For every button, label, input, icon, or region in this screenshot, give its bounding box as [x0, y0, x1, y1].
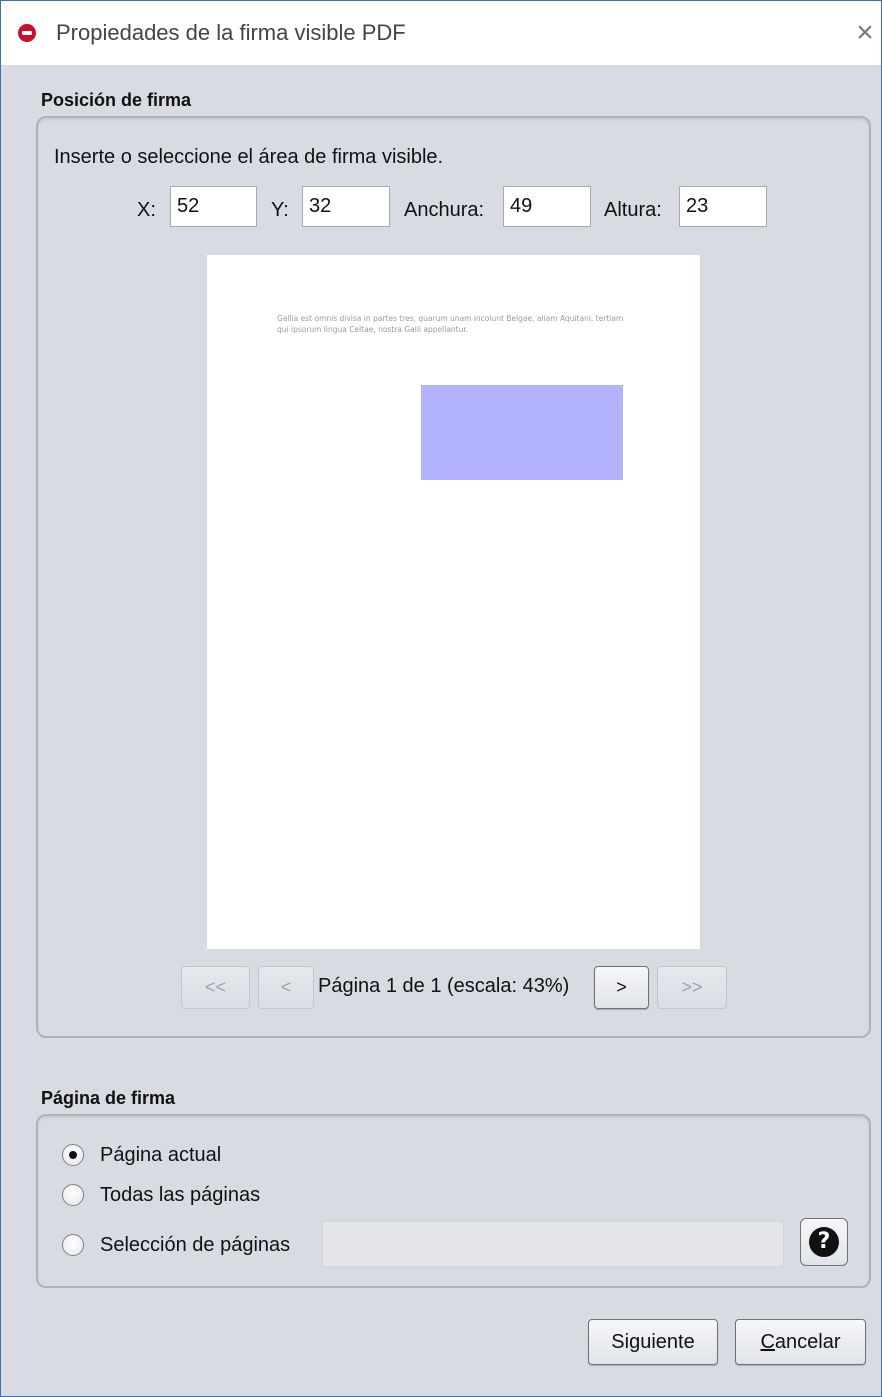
pages-selection-input[interactable]: [322, 1221, 784, 1267]
last-page-button[interactable]: >>: [657, 966, 727, 1009]
height-input[interactable]: [679, 186, 767, 227]
y-input[interactable]: [302, 186, 390, 227]
title-bar: Propiedades de la firma visible PDF ×: [1, 1, 881, 65]
dialog-window: Propiedades de la firma visible PDF × Po…: [0, 0, 882, 1397]
pdf-page-preview[interactable]: Gallia est omnis divisa in partes tres, …: [207, 255, 700, 949]
x-label: X:: [137, 199, 156, 221]
document-text: Gallia est omnis divisa in partes tres, …: [277, 314, 624, 334]
width-label: Anchura:: [404, 199, 485, 221]
close-button[interactable]: ×: [849, 15, 881, 51]
next-button[interactable]: Siguiente: [588, 1319, 718, 1365]
next-page-button[interactable]: >: [594, 966, 649, 1009]
radio-button[interactable]: [62, 1144, 84, 1166]
radio-button[interactable]: [62, 1184, 84, 1206]
first-page-button[interactable]: <<: [181, 966, 250, 1009]
help-button[interactable]: ?: [800, 1218, 848, 1266]
question-icon: ?: [809, 1227, 839, 1257]
radio-label: Página actual: [100, 1144, 222, 1166]
cancel-label: ancelar: [774, 1331, 841, 1353]
prev-page-button[interactable]: <: [258, 966, 314, 1009]
position-instruction: Inserte o seleccione el área de firma vi…: [54, 146, 444, 168]
cancel-button[interactable]: Cancelar: [735, 1319, 866, 1365]
app-logo-icon: [18, 24, 36, 42]
height-label: Altura:: [604, 199, 662, 221]
signature-area[interactable]: [421, 385, 623, 480]
position-section-title: Posición de firma: [41, 90, 192, 110]
page-section-title: Página de firma: [41, 1088, 176, 1108]
y-label: Y:: [271, 199, 289, 221]
radio-button[interactable]: [62, 1234, 84, 1256]
width-input[interactable]: [503, 186, 591, 227]
radio-label: Selección de páginas: [100, 1234, 291, 1256]
radio-label: Todas las páginas: [100, 1184, 261, 1206]
window-title: Propiedades de la firma visible PDF: [56, 20, 406, 45]
x-input[interactable]: [170, 186, 257, 227]
cancel-mnemonic: C: [760, 1331, 775, 1353]
page-info: Página 1 de 1 (escala: 43%): [318, 975, 570, 997]
